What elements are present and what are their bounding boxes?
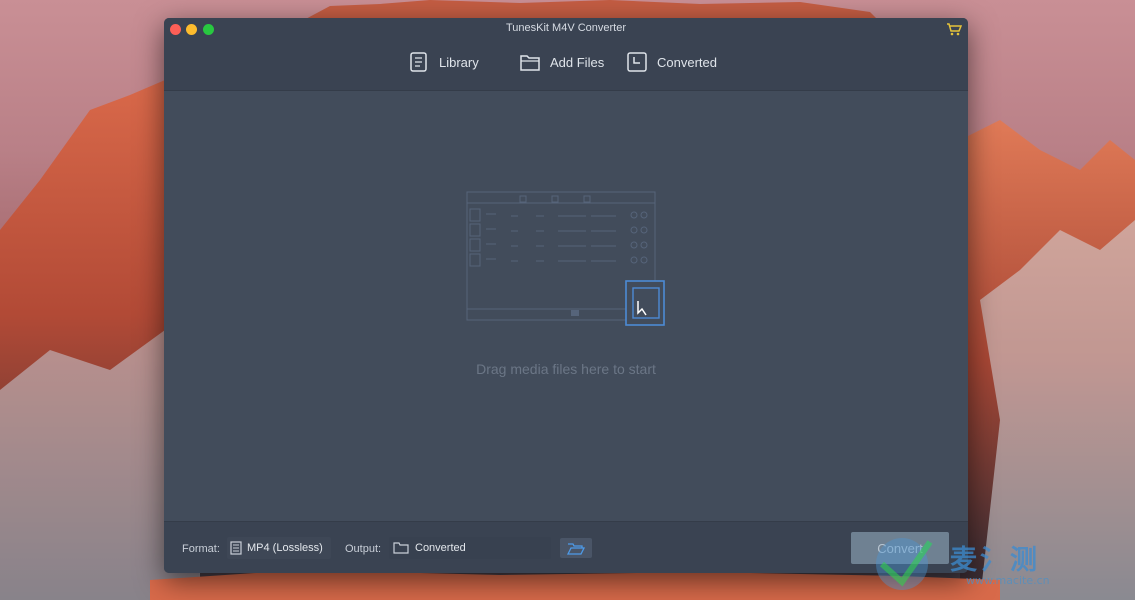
format-selector[interactable]: MP4 (Lossless) xyxy=(227,537,331,559)
converted-label: Converted xyxy=(657,54,717,70)
watermark: 麦氵测 www.macite.cn xyxy=(868,534,1130,596)
folder-icon xyxy=(520,55,540,71)
converted-button[interactable]: Converted xyxy=(626,51,717,73)
add-files-label: Add Files xyxy=(550,54,605,70)
output-path-field[interactable]: Converted xyxy=(389,537,551,559)
watermark-text: 麦氵测 xyxy=(950,545,1040,576)
watermark-logo xyxy=(876,538,933,590)
drag-hint-text: Drag media files here to start xyxy=(476,361,656,377)
toolbar: Library Add Files Converted xyxy=(164,40,968,91)
watermark-site: www.macite.cn xyxy=(966,574,1050,587)
browse-output-button[interactable] xyxy=(560,538,592,558)
bottom-bar: Format: MP4 (Lossless) Output: Converted… xyxy=(164,521,968,573)
window-title: TunesKit M4V Converter xyxy=(505,22,627,34)
cart-icon[interactable] xyxy=(946,21,962,37)
format-value: MP4 (Lossless) xyxy=(247,542,323,554)
add-files-button[interactable]: Add Files xyxy=(519,51,604,73)
open-folder-icon xyxy=(567,542,585,555)
drop-zone[interactable]: Drag media files here to start xyxy=(164,91,968,521)
app-window: TunesKit M4V Converter Library Add Files xyxy=(164,18,968,573)
folder-icon xyxy=(393,542,409,554)
output-label: Output: xyxy=(345,543,382,555)
library-label: Library xyxy=(439,54,479,70)
history-icon xyxy=(627,52,647,72)
format-label: Format: xyxy=(182,543,220,555)
output-value: Converted xyxy=(415,542,466,554)
film-icon xyxy=(230,541,242,555)
title-bar: TunesKit M4V Converter xyxy=(164,18,968,40)
library-icon xyxy=(410,52,427,72)
library-button[interactable]: Library xyxy=(408,51,479,73)
drag-drop-illustration xyxy=(466,191,665,326)
